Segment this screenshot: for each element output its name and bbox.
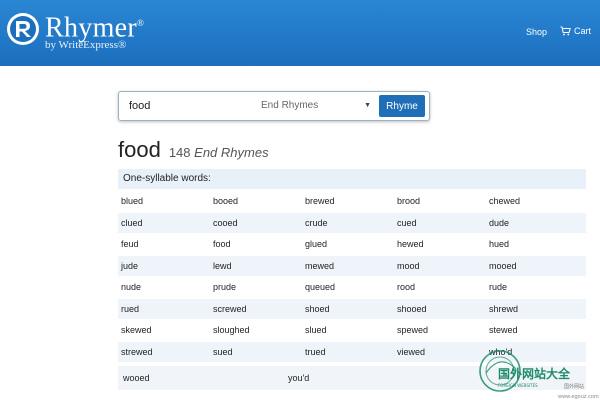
cart-label: Cart xyxy=(574,26,592,36)
rhyme-word[interactable]: mooed xyxy=(486,256,578,277)
rhyme-word[interactable]: brewed xyxy=(302,191,394,212)
rhyme-word[interactable]: cooed xyxy=(210,213,302,234)
rhyme-word[interactable]: feud xyxy=(118,234,210,255)
rhyme-word[interactable]: wooed xyxy=(118,366,283,390)
section-title: One-syllable words: xyxy=(123,173,211,184)
brand-subtitle: by WriteExpress® xyxy=(45,39,127,51)
cart-icon xyxy=(560,26,571,36)
rhyme-word[interactable]: blued xyxy=(118,191,210,212)
site-header: Rhymer® by WriteExpress® Shop Cart xyxy=(0,0,600,66)
result-count: 148 End Rhymes xyxy=(169,145,269,160)
search-form: End Rhymes ▼ Rhyme xyxy=(118,91,430,121)
rhyme-word[interactable]: cued xyxy=(394,213,486,234)
rhyme-word[interactable]: you'd xyxy=(283,366,448,390)
search-input[interactable] xyxy=(129,98,249,114)
rhyme-word[interactable]: sloughed xyxy=(210,320,302,341)
rhyme-word[interactable]: shoed xyxy=(302,299,394,320)
watermark-url: www.egouz.com xyxy=(558,394,599,400)
rhyme-button[interactable]: Rhyme xyxy=(379,95,425,117)
rhyme-word[interactable]: hued xyxy=(486,234,578,255)
section-header: One-syllable words: xyxy=(118,169,586,189)
rhyme-word[interactable]: chewed xyxy=(486,191,578,212)
rhyme-word[interactable]: prude xyxy=(210,277,302,298)
rhyme-row: jude lewd mewed mood mooed xyxy=(118,254,586,277)
rhyme-row: nude prude queued rood rude xyxy=(118,276,586,298)
rhyme-word[interactable]: stewed xyxy=(486,320,578,341)
rhyme-word[interactable]: booed xyxy=(210,191,302,212)
rhyme-word[interactable]: viewed xyxy=(394,342,486,363)
rhyme-row: skewed sloughed slued spewed stewed xyxy=(118,319,586,341)
result-type: End Rhymes xyxy=(194,145,269,160)
rhyme-row: rued screwed shoed shooed shrewd xyxy=(118,297,586,320)
rhyme-word[interactable]: shrewd xyxy=(486,299,578,320)
rhyme-word[interactable]: rude xyxy=(486,277,578,298)
rhyme-word[interactable]: screwed xyxy=(210,299,302,320)
rhyme-row: clued cooed crude cued dude xyxy=(118,211,586,234)
rhyme-word[interactable]: jude xyxy=(118,256,210,277)
rhyme-word[interactable]: spewed xyxy=(394,320,486,341)
rhyme-word[interactable]: queued xyxy=(302,277,394,298)
chevron-down-icon: ▼ xyxy=(364,102,371,109)
rhyme-word[interactable]: nude xyxy=(118,277,210,298)
rhyme-type-value: End Rhymes xyxy=(261,100,319,111)
rhyme-grid: blued booed brewed brood chewed clued cooed cru… xyxy=(118,190,586,362)
rhyme-word[interactable]: mewed xyxy=(302,256,394,277)
rhyme-word[interactable]: rood xyxy=(394,277,486,298)
rhyme-word[interactable]: slued xyxy=(302,320,394,341)
rhyme-word[interactable]: strewed xyxy=(118,342,210,363)
rhyme-row: strewed sued trued viewed who'd xyxy=(118,340,586,363)
rhyme-word[interactable]: hewed xyxy=(394,234,486,255)
nav-cart-link[interactable]: Cart xyxy=(560,26,591,36)
rhyme-word[interactable]: dude xyxy=(486,213,578,234)
result-heading: food 148 End Rhymes xyxy=(118,137,269,165)
extra-rhyme-row: wooed you'd xyxy=(118,366,586,390)
rhyme-word[interactable]: sued xyxy=(210,342,302,363)
rhyme-word[interactable]: shooed xyxy=(394,299,486,320)
rhyme-word[interactable]: skewed xyxy=(118,320,210,341)
rhyme-word[interactable]: brood xyxy=(394,191,486,212)
result-word: food xyxy=(118,137,161,162)
rhyme-word[interactable]: who'd xyxy=(486,342,578,363)
rhyme-word[interactable]: food xyxy=(210,234,302,255)
rhyme-word[interactable]: mood xyxy=(394,256,486,277)
rhyme-word[interactable]: clued xyxy=(118,213,210,234)
rhyme-word[interactable]: crude xyxy=(302,213,394,234)
rhyme-type-select[interactable]: End Rhymes ▼ xyxy=(261,97,371,115)
rhyme-word[interactable]: glued xyxy=(302,234,394,255)
rhyme-row: blued booed brewed brood chewed xyxy=(118,190,586,212)
rhyme-word[interactable]: trued xyxy=(302,342,394,363)
result-count-number: 148 xyxy=(168,145,191,160)
brand-registered-mark: ® xyxy=(137,18,145,28)
nav-shop-link[interactable]: Shop xyxy=(526,27,547,37)
rhyme-word[interactable]: lewd xyxy=(210,256,302,277)
rhymer-logo-icon[interactable] xyxy=(6,12,40,46)
rhyme-word[interactable]: rued xyxy=(118,299,210,320)
rhyme-row: feud food glued hewed hued xyxy=(118,233,586,255)
